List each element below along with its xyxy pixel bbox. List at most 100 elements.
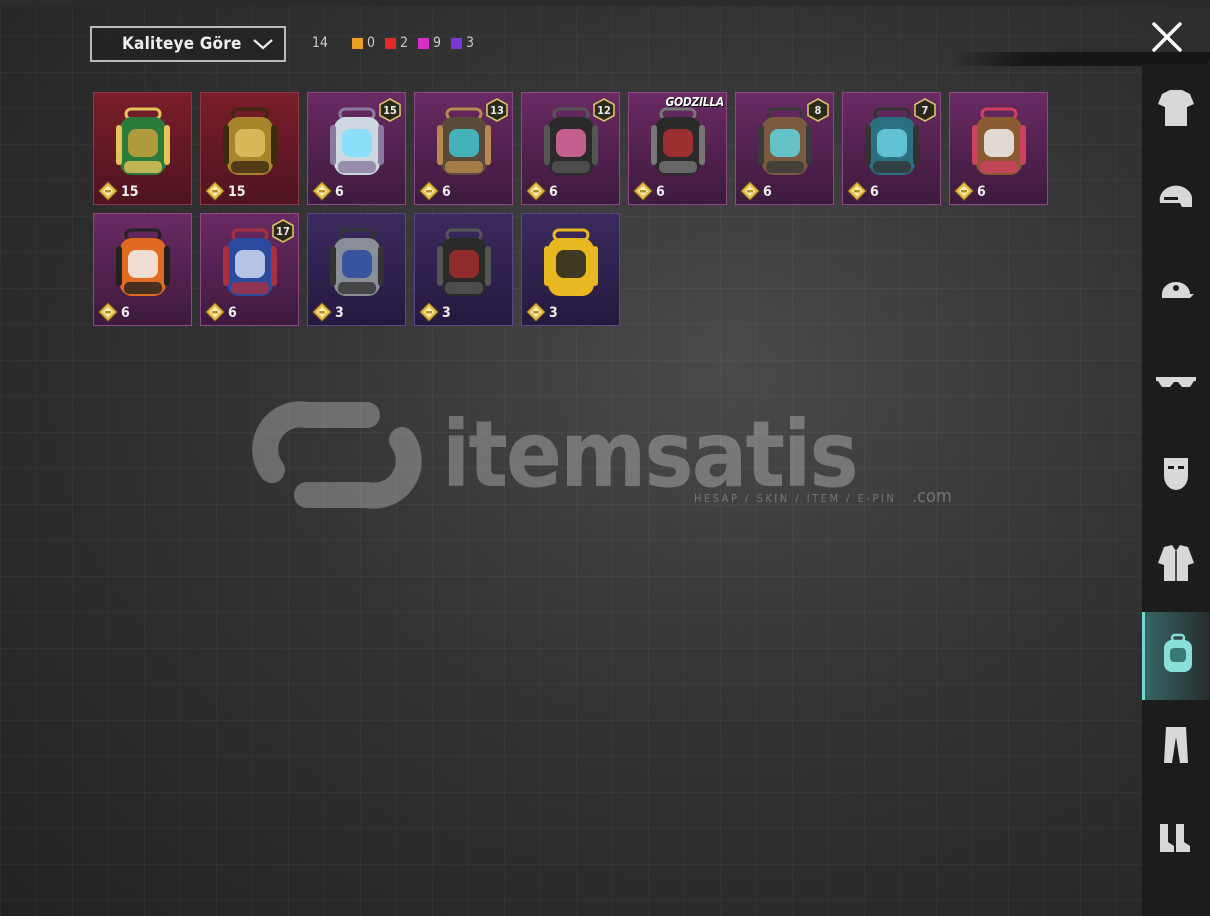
inventory-item[interactable]: 3 <box>414 213 513 326</box>
level-badge-text: 12 <box>597 103 611 117</box>
item-count: 6 <box>442 184 451 200</box>
quality-count-purple: 3 <box>451 35 474 51</box>
quality-count-value: 3 <box>466 35 475 51</box>
category-tab-pants[interactable] <box>1142 703 1210 791</box>
inventory-item[interactable]: 3 <box>521 213 620 326</box>
item-count: 6 <box>228 305 237 321</box>
level-badge-text: 13 <box>490 103 504 117</box>
coin-icon <box>526 302 546 322</box>
category-tab-outfit[interactable] <box>1142 66 1210 154</box>
coin-icon <box>847 181 867 201</box>
item-count: 6 <box>549 184 558 200</box>
fox-mask-backpack-icon <box>968 105 1030 183</box>
quality-count-orange: 0 <box>352 35 375 51</box>
item-count: 3 <box>335 305 344 321</box>
quality-count-value: 0 <box>367 35 376 51</box>
watermark-tagline: HESAP / SKIN / ITEM / E-PIN <box>694 492 897 505</box>
coin-icon <box>633 181 653 201</box>
level-badge-text: 15 <box>383 103 397 117</box>
coin-icon <box>740 181 760 201</box>
level-badge: 12 <box>593 98 615 122</box>
quality-count-value: 9 <box>433 35 442 51</box>
inventory-item[interactable]: 15 <box>93 92 192 205</box>
category-tab-shoes[interactable] <box>1142 794 1210 882</box>
level-badge: 13 <box>486 98 508 122</box>
level-badge: 8 <box>807 98 829 122</box>
ornate-green-backpack-icon <box>112 105 174 183</box>
category-tab-helmet[interactable] <box>1142 157 1210 245</box>
quality-count-pink: 9 <box>418 35 441 51</box>
inventory-item[interactable]: 6 7 <box>842 92 941 205</box>
inventory-item[interactable]: 6 <box>93 213 192 326</box>
top-stripe <box>0 0 1210 6</box>
coin-icon <box>205 181 225 201</box>
golden-pharaoh-backpack-icon <box>219 105 281 183</box>
yellow-smiley-backpack-icon <box>540 226 602 304</box>
itemsatis-logo-icon <box>252 401 422 509</box>
cap-icon <box>1154 268 1198 316</box>
inventory-item[interactable]: 6 17 <box>200 213 299 326</box>
sort-dropdown[interactable]: Kaliteye Göre <box>90 26 286 62</box>
item-count: 3 <box>442 305 451 321</box>
item-count: 15 <box>228 184 246 200</box>
item-count: 6 <box>121 305 130 321</box>
quality-count-value: 2 <box>400 35 409 51</box>
coin-icon <box>98 181 118 201</box>
coin-icon <box>526 181 546 201</box>
jacket-icon <box>1154 541 1198 589</box>
inventory-item[interactable]: 6 <box>949 92 1048 205</box>
level-badge: 7 <box>914 98 936 122</box>
skull-orange-backpack-icon <box>112 226 174 304</box>
item-count: 6 <box>977 184 986 200</box>
quality-swatch <box>352 37 363 49</box>
coin-icon <box>312 181 332 201</box>
watermark-suffix: .com <box>912 486 952 507</box>
brand-tag: GODZILLA <box>665 95 724 109</box>
chevron-down-icon <box>253 39 273 50</box>
inventory-item[interactable]: 6 12 <box>521 92 620 205</box>
category-tab-jacket[interactable] <box>1142 521 1210 609</box>
category-sidebar <box>1142 64 1210 916</box>
quality-counts: 0 2 9 3 <box>352 35 474 51</box>
godzilla-backpack-icon <box>647 105 709 183</box>
category-tab-glasses[interactable] <box>1142 339 1210 427</box>
red-black-backpack-icon <box>433 226 495 304</box>
outfit-icon <box>1154 86 1198 134</box>
category-tab-backpack[interactable] <box>1142 612 1210 700</box>
coin-icon <box>419 181 439 201</box>
inventory-item[interactable]: 6 GODZILLA <box>628 92 727 205</box>
inventory-item[interactable]: 6 13 <box>414 92 513 205</box>
item-count: 6 <box>335 184 344 200</box>
quality-count-red: 2 <box>385 35 408 51</box>
quality-swatch <box>385 37 397 49</box>
helmet-icon <box>1154 177 1198 225</box>
quality-swatch <box>451 37 463 49</box>
category-tab-cap[interactable] <box>1142 248 1210 336</box>
item-count: 6 <box>870 184 879 200</box>
level-badge-text: 17 <box>276 224 290 238</box>
level-badge-text: 7 <box>921 103 929 117</box>
mask-icon <box>1154 450 1198 498</box>
item-count: 3 <box>549 305 558 321</box>
backpack-icon <box>1156 632 1200 680</box>
close-icon[interactable] <box>1150 20 1184 54</box>
coin-icon <box>205 302 225 322</box>
inventory-item[interactable]: 3 <box>307 213 406 326</box>
inventory-item[interactable]: 6 15 <box>307 92 406 205</box>
silver-blue-backpack-icon <box>326 226 388 304</box>
level-badge: 17 <box>272 219 294 243</box>
level-badge-text: 8 <box>814 103 822 117</box>
coin-icon <box>312 302 332 322</box>
level-badge: 15 <box>379 98 401 122</box>
glasses-icon <box>1152 359 1200 407</box>
inventory-item[interactable]: 6 8 <box>735 92 834 205</box>
shoes-icon <box>1154 814 1198 862</box>
pants-icon <box>1154 723 1198 771</box>
coin-icon <box>98 302 118 322</box>
item-count: 6 <box>763 184 772 200</box>
watermark: itemsatis HESAP / SKIN / ITEM / E-PIN .c… <box>252 400 962 520</box>
category-tab-mask[interactable] <box>1142 430 1210 518</box>
inventory-item[interactable]: 15 <box>200 92 299 205</box>
quality-swatch <box>418 37 430 49</box>
total-count: 14 <box>312 35 329 51</box>
